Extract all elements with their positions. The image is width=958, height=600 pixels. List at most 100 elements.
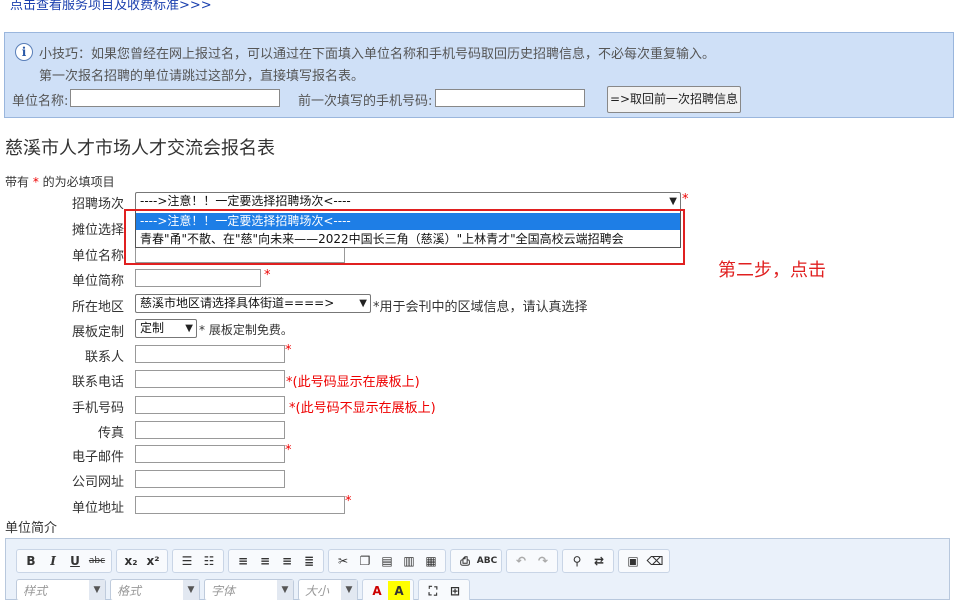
contact-input[interactable]	[135, 345, 285, 363]
list-group: ☰ ☷	[172, 549, 224, 573]
tip-text-secondary: 第一次报名招聘的单位请跳过这部分，直接填写报名表。	[39, 69, 365, 84]
find-group: ⚲ ⇄	[562, 549, 614, 573]
mobile-label: 手机号码	[71, 401, 124, 416]
tel-input[interactable]	[135, 370, 285, 388]
tip-company-label: 单位名称:	[12, 94, 69, 109]
editor-toolbar-row-1: B I U abc x₂ x² ☰ ☷ ≡ ≡ ≡ ≣ ✂ ❐ ▤ ▥ ▦ ⎙ …	[16, 549, 670, 573]
chevron-down-icon: ▼	[89, 580, 105, 600]
email-star: *	[285, 443, 292, 458]
size-combo-label: 大小	[305, 583, 330, 598]
highlight-box	[124, 209, 685, 265]
font-combo[interactable]: 字体 ▼	[204, 579, 294, 600]
contact-label: 联系人	[84, 350, 124, 365]
tip-phone-input[interactable]	[435, 89, 585, 107]
history-group: ↶ ↷	[506, 549, 558, 573]
website-label: 公司网址	[71, 475, 124, 490]
email-input[interactable]	[135, 445, 285, 463]
service-fees-link[interactable]: 点击查看服务项目及收费标准>>>	[10, 0, 212, 13]
region-selected-value: 慈溪市地区请选择具体街道====>	[140, 296, 335, 310]
required-star: *	[32, 175, 39, 189]
underline-button[interactable]: U	[64, 551, 86, 571]
paste-text-icon[interactable]: ▥	[398, 551, 420, 571]
region-select[interactable]: 慈溪市地区请选择具体街道====> ▼	[135, 294, 371, 313]
align-left-icon[interactable]: ≡	[232, 551, 254, 571]
italic-button[interactable]: I	[42, 551, 64, 571]
copy-icon[interactable]: ❐	[354, 551, 376, 571]
info-icon: i	[15, 43, 33, 61]
spellcheck-icon[interactable]: ABC	[476, 551, 498, 571]
select-all-icon[interactable]: ▣	[622, 551, 644, 571]
clipboard-group: ✂ ❐ ▤ ▥ ▦	[328, 549, 446, 573]
board-selected-value: 定制	[140, 321, 165, 335]
booth-label: 摊位选择	[71, 223, 124, 238]
fax-label: 传真	[97, 426, 124, 441]
cut-icon[interactable]: ✂	[332, 551, 354, 571]
editor-toolbar-row-2: 样式 ▼ 格式 ▼ 字体 ▼ 大小 ▼ A A ⛶ ⊞	[16, 579, 470, 600]
bg-color-icon[interactable]: A	[388, 581, 410, 600]
tip-text: 小技巧：如果您曾经在网上报过名，可以通过在下面填入单位名称和手机号码取回历史招聘…	[39, 47, 716, 62]
address-label: 单位地址	[71, 501, 124, 516]
format-combo[interactable]: 格式 ▼	[110, 579, 200, 600]
style-combo[interactable]: 样式 ▼	[16, 579, 106, 600]
mobile-note: *(此号码不显示在展板上)	[289, 401, 436, 416]
chevron-down-icon: ▼	[183, 580, 199, 600]
print-icon[interactable]: ⎙	[454, 551, 476, 571]
select-group: ▣ ⌫	[618, 549, 670, 573]
redo-icon[interactable]: ↷	[532, 551, 554, 571]
mobile-input[interactable]	[135, 396, 285, 414]
align-right-icon[interactable]: ≡	[276, 551, 298, 571]
undo-icon[interactable]: ↶	[510, 551, 532, 571]
tel-note: *(此号码显示在展板上)	[286, 375, 420, 390]
company-name-label: 单位名称	[71, 249, 124, 264]
region-label: 所在地区	[71, 300, 124, 315]
contact-star: *	[285, 343, 292, 358]
strike-button[interactable]: abc	[86, 551, 108, 571]
fax-input[interactable]	[135, 421, 285, 439]
view-group: ⛶ ⊞	[418, 579, 470, 600]
short-name-label: 单位简称	[71, 274, 124, 289]
email-label: 电子邮件	[71, 450, 124, 465]
justify-icon[interactable]: ≣	[298, 551, 320, 571]
short-name-star: *	[264, 268, 271, 283]
remove-format-icon[interactable]: ⌫	[644, 551, 666, 571]
show-blocks-icon[interactable]: ⊞	[444, 581, 466, 600]
intro-label: 单位简介	[5, 521, 58, 536]
rich-text-editor: B I U abc x₂ x² ☰ ☷ ≡ ≡ ≡ ≣ ✂ ❐ ▤ ▥ ▦ ⎙ …	[5, 538, 950, 600]
script-group: x₂ x²	[116, 549, 168, 573]
session-selected-value: ---->注意！！一定要选择招聘场次<----	[140, 194, 351, 208]
required-note: 带有 * 的为必填项目	[5, 173, 115, 190]
bold-button[interactable]: B	[20, 551, 42, 571]
superscript-button[interactable]: x²	[142, 551, 164, 571]
style-combo-label: 样式	[23, 583, 48, 598]
region-note: *用于会刊中的区域信息，请认真选择	[373, 300, 588, 315]
chevron-down-icon: ▼	[185, 323, 193, 334]
find-icon[interactable]: ⚲	[566, 551, 588, 571]
format-group: B I U abc	[16, 549, 112, 573]
chevron-down-icon: ▼	[277, 580, 293, 600]
chevron-down-icon: ▼	[669, 196, 677, 207]
tip-panel: i 小技巧：如果您曾经在网上报过名，可以通过在下面填入单位名称和手机号码取回历史…	[4, 32, 954, 118]
paste-word-icon[interactable]: ▦	[420, 551, 442, 571]
text-color-icon[interactable]: A	[366, 581, 388, 600]
address-input[interactable]	[135, 496, 345, 514]
replace-icon[interactable]: ⇄	[588, 551, 610, 571]
ordered-list-icon[interactable]: ☰	[176, 551, 198, 571]
required-note-suffix: 的为必填项目	[42, 175, 115, 189]
paste-icon[interactable]: ▤	[376, 551, 398, 571]
tools-group: ⎙ ABC	[450, 549, 502, 573]
format-combo-label: 格式	[117, 583, 142, 598]
size-combo[interactable]: 大小 ▼	[298, 579, 358, 600]
subscript-button[interactable]: x₂	[120, 551, 142, 571]
tip-company-input[interactable]	[70, 89, 280, 107]
retrieve-button[interactable]: =>取回前一次招聘信息	[607, 86, 741, 113]
website-input[interactable]	[135, 470, 285, 488]
maximize-icon[interactable]: ⛶	[422, 581, 444, 600]
tip-phone-label: 前一次填写的手机号码:	[298, 94, 433, 109]
short-name-input[interactable]	[135, 269, 261, 287]
chevron-down-icon: ▼	[359, 298, 367, 309]
align-center-icon[interactable]: ≡	[254, 551, 276, 571]
address-star: *	[345, 494, 352, 509]
unordered-list-icon[interactable]: ☷	[198, 551, 220, 571]
board-select[interactable]: 定制 ▼	[135, 319, 197, 338]
board-label: 展板定制	[71, 325, 124, 340]
